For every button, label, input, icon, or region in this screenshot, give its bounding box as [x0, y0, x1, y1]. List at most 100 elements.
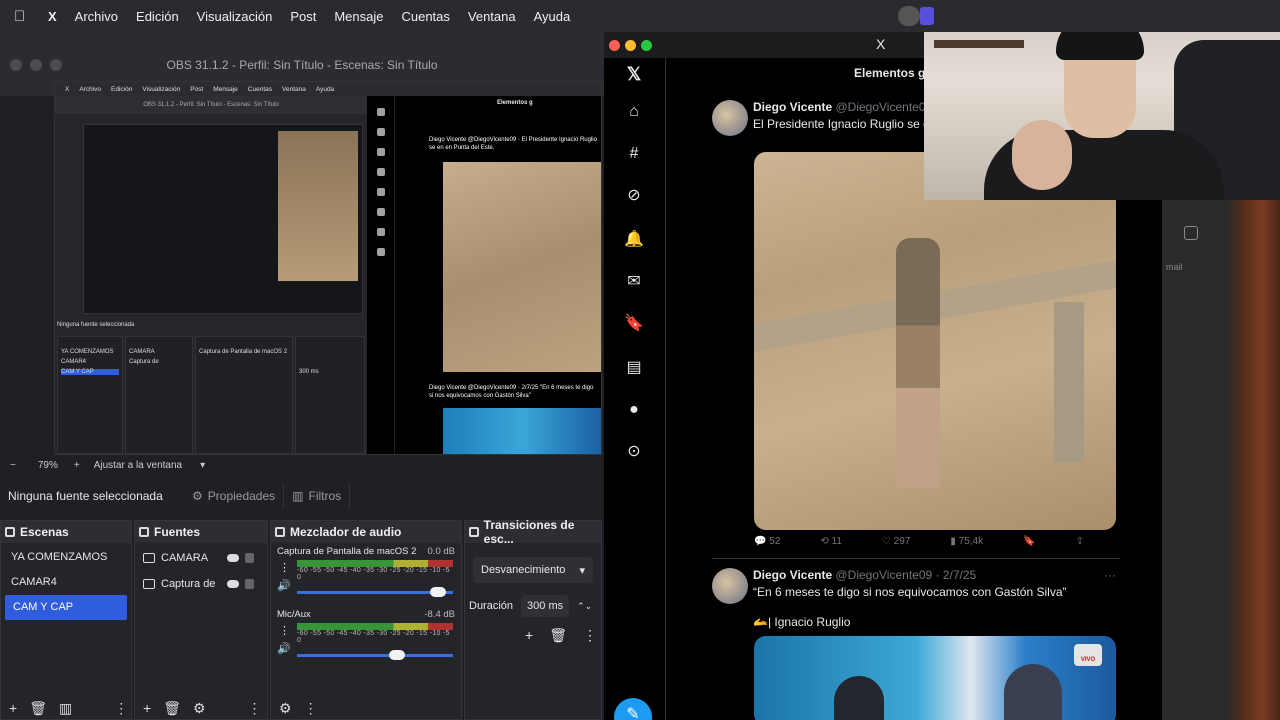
zoom-button[interactable]	[641, 40, 652, 51]
filter-icon[interactable]: ▥	[59, 700, 72, 717]
trash-icon[interactable]: 🗑	[163, 700, 181, 717]
slider-knob[interactable]	[389, 650, 406, 660]
more-icon[interactable]: ⊙	[624, 442, 644, 462]
more-options-icon[interactable]: ···	[1104, 568, 1116, 582]
slider-knob[interactable]	[430, 587, 446, 597]
reply-button[interactable]: 💬 52	[754, 536, 780, 547]
filters-button[interactable]: ▥ Filtros	[284, 483, 351, 509]
notifications-icon[interactable]: 🔔	[624, 230, 644, 250]
status-icon[interactable]	[898, 6, 920, 26]
messages-icon[interactable]: ✉	[624, 272, 644, 292]
gear-icon[interactable]: ⚙	[279, 700, 292, 717]
menubar-app-name[interactable]: X	[48, 9, 57, 24]
duration-input[interactable]: 300 ms	[521, 595, 570, 617]
tweet-photo[interactable]: VIVO	[754, 636, 1116, 720]
obs-preview[interactable]: X Archivo Edición Visualización Post Men…	[54, 81, 602, 455]
like-button[interactable]: ♡ 297	[882, 536, 910, 547]
menu-edicion[interactable]: Edición	[136, 9, 179, 24]
fit-window-select[interactable]: Ajustar a la ventana	[94, 460, 182, 471]
volume-slider[interactable]	[297, 648, 453, 662]
slider-track	[297, 654, 453, 657]
menu-mensaje[interactable]: Mensaje	[334, 9, 383, 24]
x-window-close[interactable]: X	[876, 36, 885, 52]
obs-window: OBS 31.1.2 - Perfil: Sin Título - Escena…	[0, 32, 604, 720]
compose-icon[interactable]: ✎	[614, 698, 652, 720]
eye-icon[interactable]	[227, 554, 239, 562]
views-button[interactable]: ▮ 75,4k	[950, 536, 983, 547]
bookmark-icon[interactable]: 🔖	[1023, 536, 1035, 547]
gear-icon: ⚙	[192, 489, 203, 503]
menu-post[interactable]: Post	[290, 9, 316, 24]
minimize-button[interactable]	[625, 40, 636, 51]
author-handle[interactable]: @DiegoVicente09 · 2/7/25	[835, 568, 976, 582]
status-app-icon[interactable]	[920, 7, 934, 25]
channel-name: Mic/Aux	[277, 609, 311, 620]
more-icon[interactable]: ⋮	[279, 624, 291, 637]
author-name[interactable]: Diego Vicente	[753, 100, 832, 114]
lists-icon[interactable]: ▤	[624, 358, 644, 378]
stepper-icon[interactable]: ⌃⌄	[577, 601, 592, 612]
duration-row: Duración 300 ms ⌃⌄	[469, 595, 593, 617]
retweet-button[interactable]: ⟲ 11	[820, 536, 842, 547]
menu-cuentas[interactable]: Cuentas	[401, 9, 449, 24]
source-item[interactable]: Captura de	[135, 571, 267, 597]
zoom-bar: − 79% + Ajustar a la ventana ▾	[0, 455, 604, 475]
sources-footer: + 🗑 ⚙ ⋮	[135, 697, 267, 719]
add-icon[interactable]: +	[525, 627, 533, 644]
x-titlebar: X	[604, 32, 924, 58]
source-item[interactable]: CAMARA	[135, 545, 267, 571]
properties-button[interactable]: ⚙ Propiedades	[184, 483, 285, 509]
speaker-icon[interactable]: 🔊	[277, 642, 291, 655]
apple-icon[interactable]: 	[14, 8, 32, 25]
profile-icon[interactable]: ●	[624, 400, 644, 420]
menu-archivo[interactable]: Archivo	[75, 9, 118, 24]
tweet-photo[interactable]	[754, 152, 1116, 530]
transitions-title: Transiciones de esc...	[483, 518, 575, 546]
share-icon[interactable]: ⇪	[1076, 536, 1084, 547]
trash-icon[interactable]: 🗑	[549, 627, 567, 644]
scene-item[interactable]: YA COMENZAMOS	[1, 545, 131, 570]
zoom-plus-icon[interactable]: +	[74, 460, 80, 471]
channel-db: -8.4 dB	[424, 609, 455, 620]
scene-item[interactable]: CAMAR4	[1, 570, 131, 595]
monitor-icon	[143, 579, 155, 589]
more-icon[interactable]: ⋮	[583, 627, 597, 644]
tweet-text-line2: 🫴| Ignacio Ruglio	[753, 615, 851, 629]
speaker-icon[interactable]: 🔊	[277, 579, 291, 592]
lock-icon[interactable]	[245, 579, 254, 589]
menu-visualizacion[interactable]: Visualización	[197, 9, 273, 24]
transition-select[interactable]: Desvanecimiento ▾	[473, 557, 593, 583]
copy-icon[interactable]	[1184, 226, 1198, 240]
explore-icon[interactable]: #	[624, 144, 644, 164]
trash-icon[interactable]: 🗑	[29, 700, 47, 717]
grok-icon[interactable]: ⊘	[624, 186, 644, 206]
channel-name: Captura de Pantalla de macOS 2	[277, 546, 417, 557]
lock-icon[interactable]	[245, 553, 254, 563]
zoom-minus-icon[interactable]: −	[10, 460, 16, 471]
eye-icon[interactable]	[227, 580, 239, 588]
home-icon[interactable]: ⌂	[624, 102, 644, 122]
bookmarks-icon[interactable]: 🔖	[624, 314, 644, 334]
close-button[interactable]	[609, 40, 620, 51]
gear-icon[interactable]: ⚙	[193, 700, 206, 717]
preview-menu-item: Post	[190, 85, 204, 93]
preview-tweet2: Diego Vicente @DiegoVicente09 · 2/7/25 "…	[429, 385, 594, 399]
avatar[interactable]	[712, 568, 748, 604]
volume-slider[interactable]	[297, 585, 453, 599]
x-logo-icon[interactable]: 𝕏	[624, 64, 644, 84]
menu-ayuda[interactable]: Ayuda	[534, 9, 571, 24]
more-icon[interactable]: ⋮	[304, 700, 318, 717]
more-icon[interactable]: ⋮	[279, 561, 291, 574]
add-icon[interactable]: +	[143, 700, 151, 716]
add-icon[interactable]: +	[9, 700, 17, 716]
author-name[interactable]: Diego Vicente	[753, 568, 832, 582]
more-icon[interactable]: ⋮	[114, 700, 128, 717]
scene-item-selected[interactable]: CAM Y CAP	[5, 595, 127, 620]
photo-post	[1054, 302, 1084, 462]
retweet-count: 11	[831, 536, 842, 547]
avatar[interactable]	[712, 100, 748, 136]
author-handle[interactable]: @DiegoVicente09	[835, 100, 932, 114]
more-icon[interactable]: ⋮	[248, 700, 262, 717]
chevron-down-icon[interactable]: ▾	[200, 460, 205, 471]
menu-ventana[interactable]: Ventana	[468, 9, 516, 24]
